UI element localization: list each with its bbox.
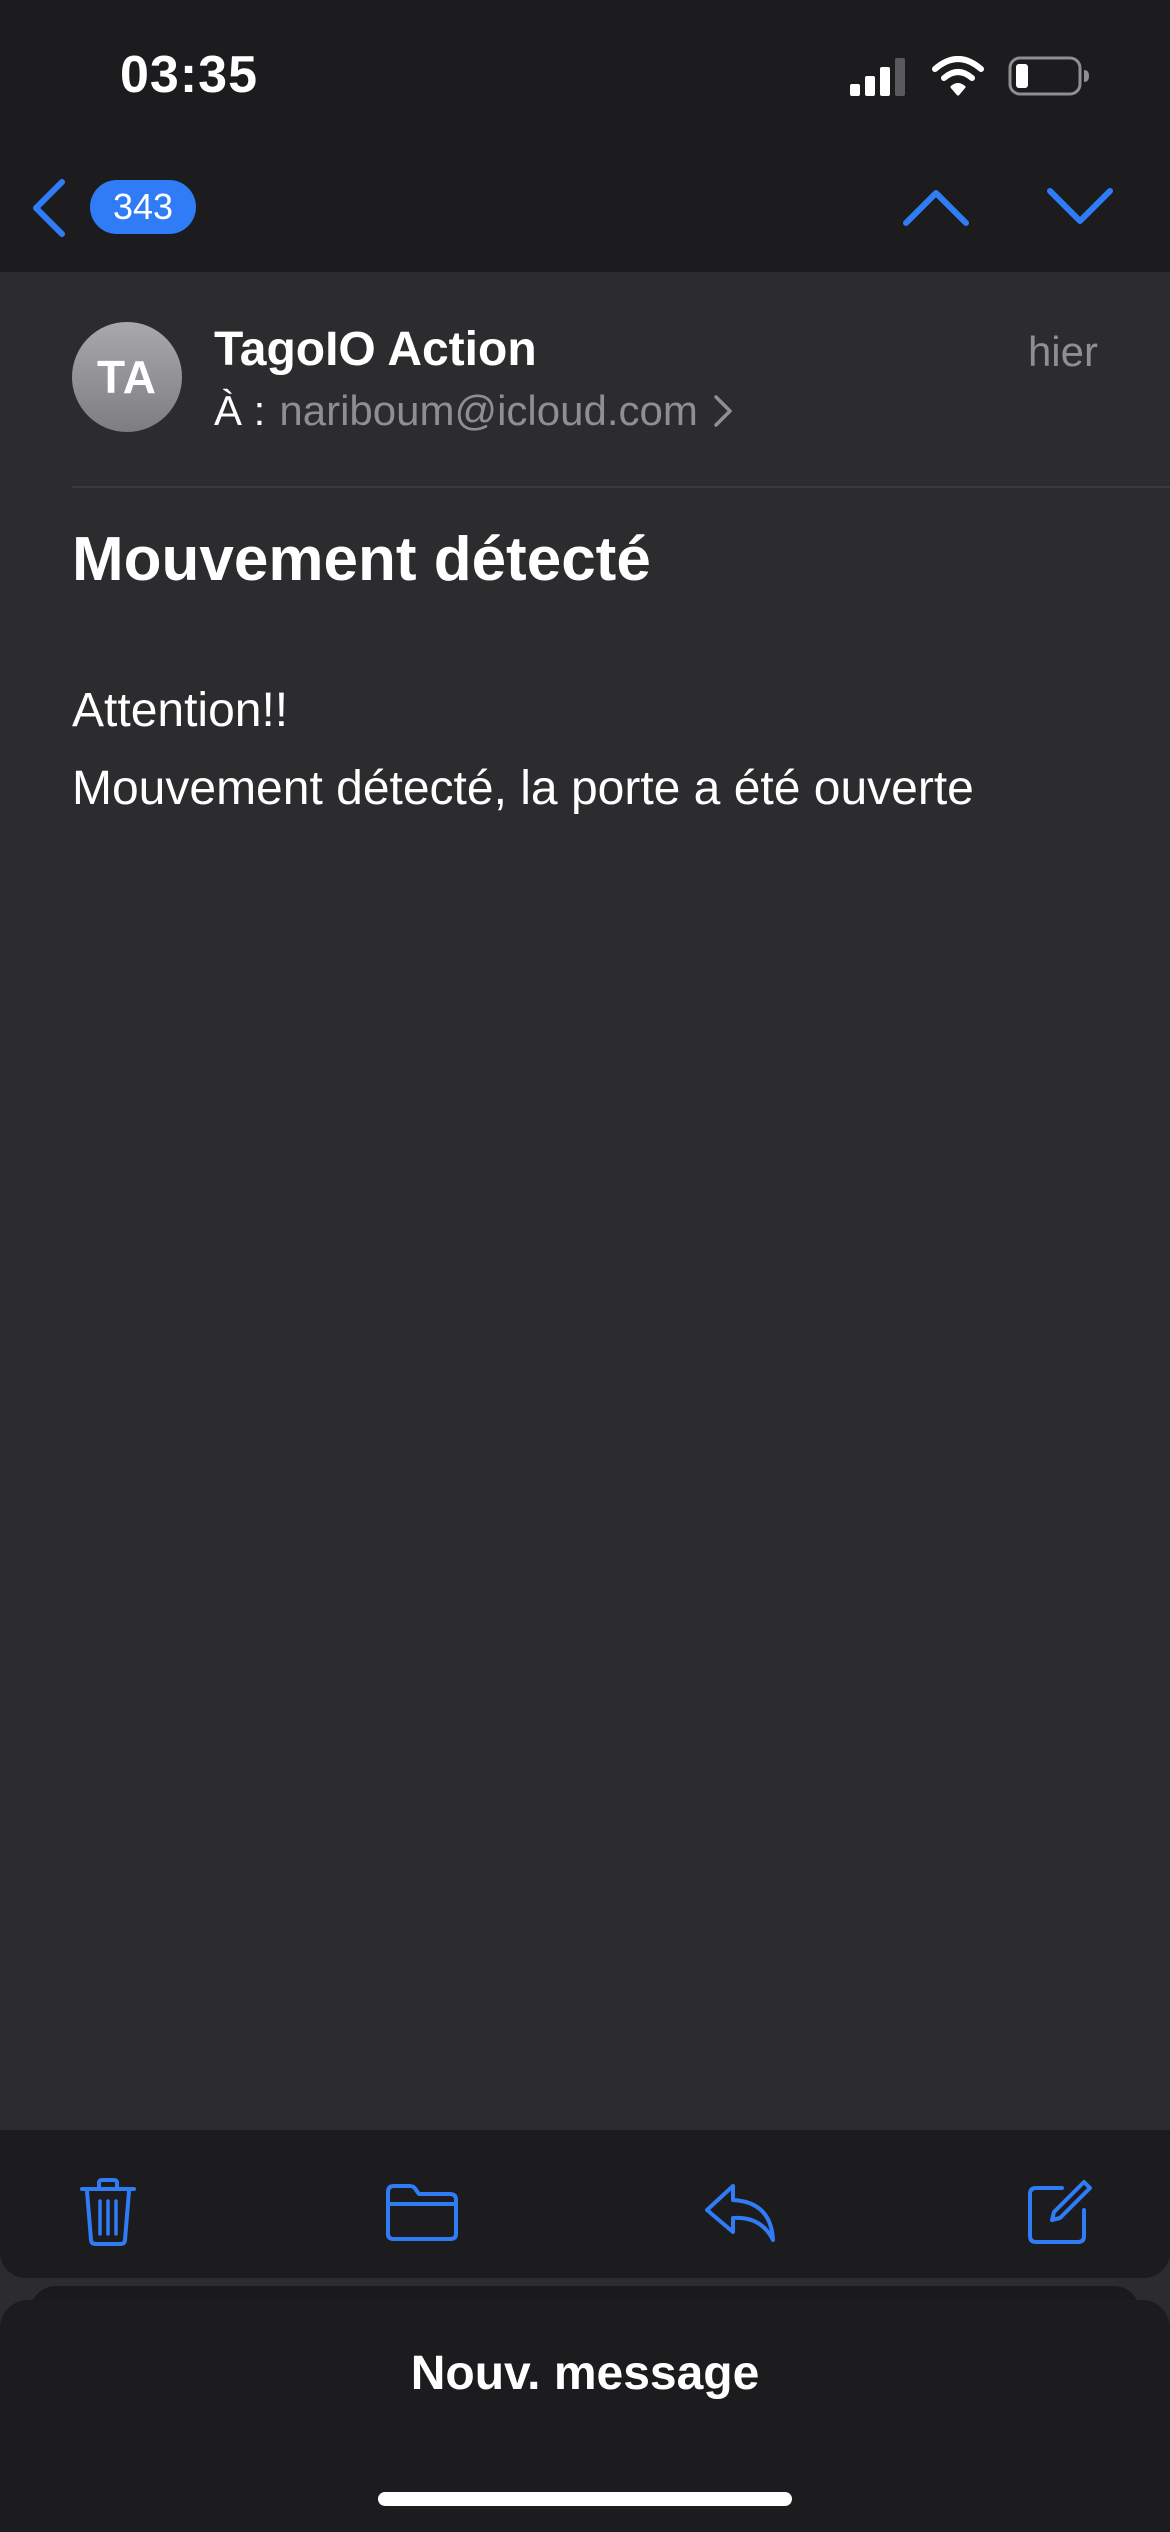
unread-count-badge[interactable]: 343: [90, 180, 196, 234]
recipient-address: nariboum@icloud.com: [279, 387, 698, 434]
compose-button[interactable]: [1020, 2174, 1100, 2250]
home-indicator[interactable]: [378, 2492, 792, 2506]
sender-name[interactable]: TagoIO Action: [214, 322, 537, 377]
status-time: 03:35: [120, 46, 258, 104]
top-bar: 03:35 343: [0, 0, 1170, 272]
chevron-right-icon: [714, 395, 732, 427]
message-header: TA TagoIO Action À : nariboum@icloud.com…: [0, 272, 1170, 486]
trash-icon: [80, 2178, 136, 2246]
reply-button[interactable]: [700, 2174, 780, 2250]
bottom-toolbar: [0, 2130, 1170, 2278]
message-date: hier: [1027, 328, 1098, 375]
next-message-button[interactable]: [1044, 180, 1116, 234]
folder-icon: [386, 2184, 458, 2241]
avatar[interactable]: TA: [72, 322, 182, 432]
message-body-line: Mouvement détecté, la porte a été ouvert…: [72, 762, 974, 815]
recipient-row[interactable]: À : nariboum@icloud.com: [214, 387, 734, 435]
cellular-signal-icon: [850, 56, 908, 101]
battery-icon: [1008, 56, 1090, 101]
chevron-down-icon: [1047, 188, 1113, 224]
to-label: À :: [214, 387, 266, 434]
chevron-up-icon: [903, 190, 969, 226]
wifi-icon: [932, 55, 984, 101]
delete-button[interactable]: [68, 2174, 148, 2250]
header-divider: [72, 486, 1170, 488]
draft-sheet-title: Nouv. message: [410, 2347, 760, 2400]
previous-message-button[interactable]: [900, 180, 972, 234]
compose-icon: [1028, 2180, 1092, 2244]
message-subject: Mouvement détecté: [72, 525, 651, 594]
reply-icon: [705, 2184, 775, 2242]
status-icons: [850, 54, 1090, 102]
move-to-folder-button[interactable]: [382, 2174, 462, 2250]
message-body: Attention!! Mouvement détecté, la porte …: [72, 672, 974, 828]
message-body-line: Attention!!: [72, 684, 289, 737]
chevron-left-icon: [33, 179, 65, 237]
back-button[interactable]: [22, 174, 74, 242]
